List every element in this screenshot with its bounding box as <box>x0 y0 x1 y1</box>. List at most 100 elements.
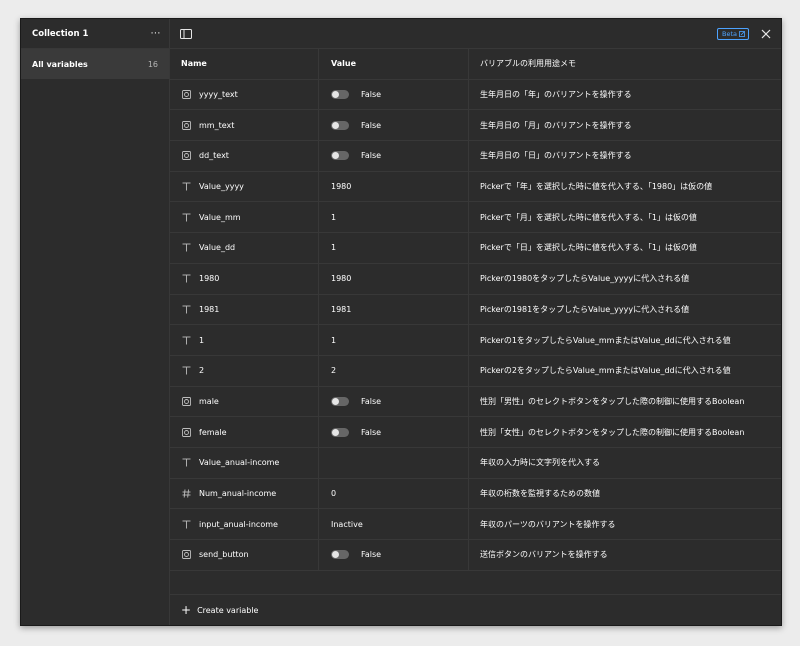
topbar-actions: Beta <box>717 27 771 40</box>
boolean-toggle[interactable] <box>331 550 349 560</box>
column-header-name[interactable]: Name <box>170 49 319 79</box>
beta-label: Beta <box>722 29 737 38</box>
variable-value: False <box>361 550 382 560</box>
table-row[interactable]: Num_anual-income 0 年収の桁数を監視するための数値 <box>170 478 781 510</box>
variable-value-cell[interactable]: Inactive <box>319 509 469 539</box>
collection-header: Collection 1 ⋯ <box>21 19 169 49</box>
text-icon <box>181 458 191 467</box>
variable-value-cell[interactable]: False <box>319 540 469 570</box>
variable-memo[interactable]: Pickerで「日」を選択した時に値を代入する、「1」は仮の値 <box>469 233 781 263</box>
table-row[interactable]: male False 性別「男性」のセレクトボタンをタップした際の制御に使用するBo… <box>170 386 781 418</box>
variable-value-cell[interactable]: False <box>319 79 469 110</box>
variable-memo[interactable]: Pickerの2をタップしたらValue_mmまたはValue_ddに代入される… <box>469 356 781 386</box>
variable-memo[interactable]: Pickerの1981をタップしたらValue_yyyyに代入される値 <box>469 295 781 325</box>
variable-name-cell[interactable]: 1 <box>170 325 319 355</box>
table-row[interactable]: 1 1 Pickerの1をタップしたらValue_mmまたはValue_ddに代入さ… <box>170 325 781 356</box>
variable-value: Inactive <box>331 519 363 529</box>
variable-name-cell[interactable]: Value_yyyy <box>170 171 319 202</box>
variable-value-cell[interactable] <box>319 447 469 478</box>
column-header-value[interactable]: Value <box>319 49 469 79</box>
variable-memo[interactable]: Pickerで「年」を選択した時に値を代入する、「1980」は仮の値 <box>469 172 781 202</box>
collection-title[interactable]: Collection 1 <box>32 29 88 39</box>
variable-value-cell[interactable]: False <box>319 386 469 417</box>
variable-value-cell[interactable]: 1981 <box>319 294 469 325</box>
variable-memo[interactable]: Pickerの1980をタップしたらValue_yyyyに代入される値 <box>469 264 781 294</box>
variable-memo[interactable]: 生年月日の「年」のバリアントを操作する <box>469 80 781 110</box>
variable-memo[interactable]: Pickerで「月」を選択した時に値を代入する、「1」は仮の値 <box>469 202 781 232</box>
text-icon <box>181 243 191 252</box>
variable-memo[interactable]: 年収の桁数を監視するための数値 <box>469 479 781 509</box>
sidebar-item-all-variables[interactable]: All variables 16 <box>21 49 169 79</box>
variable-name-cell[interactable]: Value_mm <box>170 202 319 233</box>
table-row[interactable]: 2 2 Pickerの2をタップしたらValue_mmまたはValue_ddに代入さ… <box>170 355 781 387</box>
boolean-icon <box>181 427 191 437</box>
table-row[interactable]: yyyy_text False 生年月日の「年」のバリアントを操作する <box>170 79 781 111</box>
variable-value-cell[interactable]: 2 <box>319 355 469 386</box>
table-row[interactable]: female False 性別「女性」のセレクトボタンをタップした際の制御に使用する… <box>170 417 781 448</box>
variable-value: 0 <box>331 488 337 498</box>
variable-value-cell[interactable]: False <box>319 141 469 171</box>
table-row[interactable]: Value_dd 1 Pickerで「日」を選択した時に値を代入する、「1」は仮の値 <box>170 233 781 264</box>
variable-value-cell[interactable]: 1 <box>319 325 469 355</box>
variable-memo[interactable]: 性別「女性」のセレクトボタンをタップした際の制御に使用するBoolean <box>469 417 781 447</box>
variable-name: female <box>199 427 227 437</box>
variable-name-cell[interactable]: male <box>170 386 319 417</box>
variable-value-cell[interactable]: 1980 <box>319 263 469 294</box>
variable-name-cell[interactable]: female <box>170 417 319 447</box>
beta-badge[interactable]: Beta <box>717 27 749 40</box>
variable-rows: yyyy_text False 生年月日の「年」のバリアントを操作する mm_text… <box>170 79 781 571</box>
table-row[interactable]: send_button False 送信ボタンのバリアントを操作する <box>170 540 781 571</box>
boolean-icon <box>181 90 191 99</box>
variable-value-cell[interactable]: 1 <box>319 202 469 233</box>
variable-value: 1980 <box>331 274 352 284</box>
variable-name: Num_anual-income <box>199 488 277 498</box>
variable-name-cell[interactable]: 1980 <box>170 263 319 294</box>
table-row[interactable]: dd_text False 生年月日の「日」のバリアントを操作する <box>170 141 781 172</box>
variable-memo[interactable]: Pickerの1をタップしたらValue_mmまたはValue_ddに代入される… <box>469 325 781 355</box>
variable-value: 2 <box>331 366 337 376</box>
boolean-toggle[interactable] <box>331 151 349 161</box>
variable-memo[interactable]: 年収の入力時に文字列を代入する <box>469 448 781 478</box>
variable-memo[interactable]: 性別「男性」のセレクトボタンをタップした際の制御に使用するBoolean <box>469 387 781 417</box>
variable-value-cell[interactable]: False <box>319 110 469 141</box>
variable-name-cell[interactable]: dd_text <box>170 141 319 171</box>
variable-name-cell[interactable]: yyyy_text <box>170 79 319 110</box>
more-options-icon[interactable]: ⋯ <box>151 28 162 39</box>
variable-memo[interactable]: 生年月日の「日」のバリアントを操作する <box>469 141 781 171</box>
variable-memo[interactable]: 年収のパーツのバリアントを操作する <box>469 509 781 539</box>
variable-name-cell[interactable]: Value_anual-income <box>170 447 319 478</box>
variable-memo[interactable]: 送信ボタンのバリアントを操作する <box>469 540 781 570</box>
variable-memo[interactable]: 生年月日の「月」のバリアントを操作する <box>469 110 781 140</box>
boolean-toggle[interactable] <box>331 396 349 406</box>
table-row[interactable]: input_anual-income Inactive 年収のパーツのバリアントを操… <box>170 509 781 540</box>
variable-name-cell[interactable]: Value_dd <box>170 233 319 263</box>
boolean-toggle[interactable] <box>331 90 349 100</box>
table-row[interactable]: mm_text False 生年月日の「月」のバリアントを操作する <box>170 110 781 142</box>
table-row[interactable]: Value_yyyy 1980 Pickerで「年」を選択した時に値を代入する、「1… <box>170 171 781 203</box>
boolean-toggle[interactable] <box>331 120 349 130</box>
variable-value-cell[interactable]: 1 <box>319 233 469 263</box>
collections-sidebar: Collection 1 ⋯ All variables 16 <box>21 19 170 625</box>
variable-name-cell[interactable]: 2 <box>170 355 319 386</box>
table-row[interactable]: Value_mm 1 Pickerで「月」を選択した時に値を代入する、「1」は仮の値 <box>170 202 781 234</box>
variable-name-cell[interactable]: input_anual-income <box>170 509 319 539</box>
variable-name-cell[interactable]: Num_anual-income <box>170 478 319 509</box>
variable-name-cell[interactable]: send_button <box>170 540 319 570</box>
variable-name-cell[interactable]: mm_text <box>170 110 319 141</box>
table-row[interactable]: Value_anual-income 年収の入力時に文字列を代入する <box>170 447 781 479</box>
boolean-toggle[interactable] <box>331 427 349 437</box>
text-icon <box>181 366 191 375</box>
boolean-icon <box>181 120 191 130</box>
variable-value-cell[interactable]: 0 <box>319 478 469 509</box>
variable-value: 1 <box>331 243 337 253</box>
toggle-sidebar-icon[interactable] <box>180 28 192 39</box>
column-header-memo[interactable]: バリアブルの利用用途メモ <box>469 49 781 79</box>
close-icon[interactable] <box>761 29 771 39</box>
table-row[interactable]: 1981 1981 Pickerの1981をタップしたらValue_yyyyに代入さ… <box>170 294 781 326</box>
table-row[interactable]: 1980 1980 Pickerの1980をタップしたらValue_yyyyに代入さ… <box>170 263 781 295</box>
create-variable-button[interactable]: + Create variable <box>170 594 781 625</box>
variable-name-cell[interactable]: 1981 <box>170 294 319 325</box>
variable-name: 1980 <box>199 274 220 284</box>
variable-value-cell[interactable]: False <box>319 417 469 447</box>
variable-value-cell[interactable]: 1980 <box>319 171 469 202</box>
